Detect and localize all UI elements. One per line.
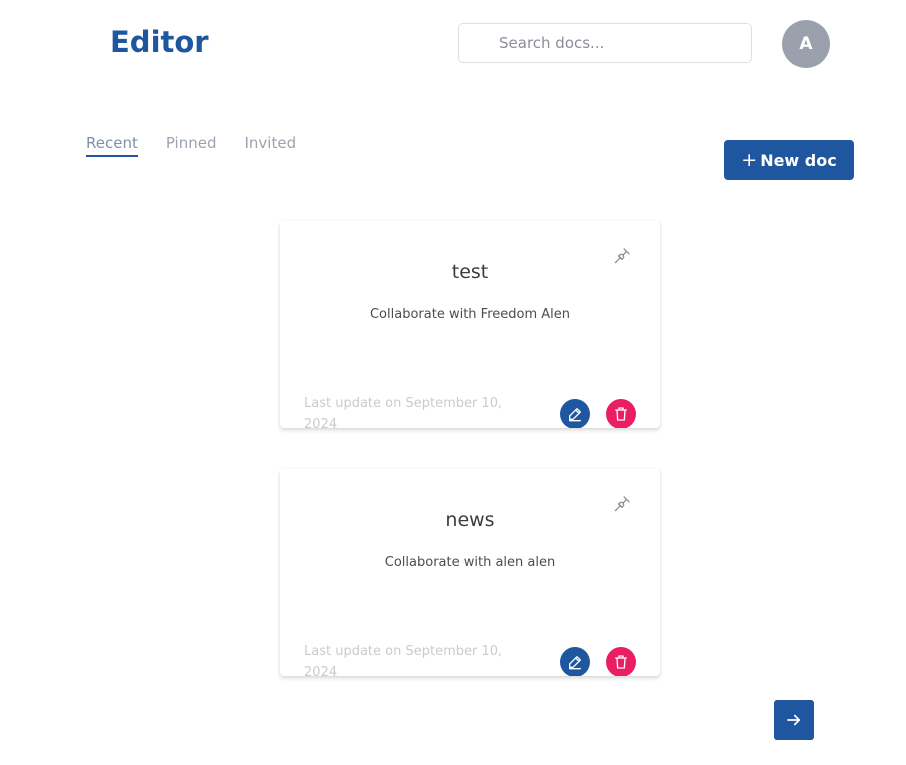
trash-icon bbox=[615, 407, 627, 421]
doc-card[interactable]: test Collaborate with Freedom Alen Last … bbox=[280, 221, 660, 428]
new-doc-button[interactable]: + New doc bbox=[724, 140, 854, 180]
tab-pinned[interactable]: Pinned bbox=[166, 134, 217, 157]
avatar[interactable]: A bbox=[782, 20, 830, 68]
tab-recent[interactable]: Recent bbox=[86, 134, 138, 157]
pin-icon[interactable] bbox=[612, 494, 632, 514]
tab-invited[interactable]: Invited bbox=[245, 134, 297, 157]
doc-updated: Last update on September 10, 2024 bbox=[304, 644, 503, 676]
edit-button[interactable] bbox=[560, 399, 590, 428]
delete-button[interactable] bbox=[606, 399, 636, 428]
search-input[interactable] bbox=[459, 24, 751, 62]
plus-icon: + bbox=[741, 148, 758, 171]
search-box[interactable] bbox=[458, 23, 752, 63]
next-page-button[interactable] bbox=[774, 700, 814, 740]
doc-collaborators: Collaborate with Freedom Alen bbox=[369, 307, 570, 322]
pencil-icon bbox=[569, 408, 581, 422]
doc-collaborators: Collaborate with alen alen bbox=[384, 555, 556, 570]
app: Editor A Recent Pinned Invited + New doc… bbox=[0, 0, 906, 765]
new-doc-label: New doc bbox=[760, 150, 837, 170]
arrow-right-icon bbox=[787, 714, 801, 726]
doc-tabs: Recent Pinned Invited bbox=[86, 134, 324, 157]
doc-title: news bbox=[445, 509, 495, 531]
edit-button[interactable] bbox=[560, 647, 590, 676]
pin-icon[interactable] bbox=[612, 246, 632, 266]
pencil-icon bbox=[569, 656, 581, 670]
doc-card[interactable]: news Collaborate with alen alen Last upd… bbox=[280, 469, 660, 676]
doc-updated: Last update on September 10, 2024 bbox=[304, 396, 503, 428]
trash-icon bbox=[615, 655, 627, 669]
delete-button[interactable] bbox=[606, 647, 636, 676]
brand-title[interactable]: Editor bbox=[110, 25, 209, 59]
doc-title: test bbox=[451, 261, 489, 283]
